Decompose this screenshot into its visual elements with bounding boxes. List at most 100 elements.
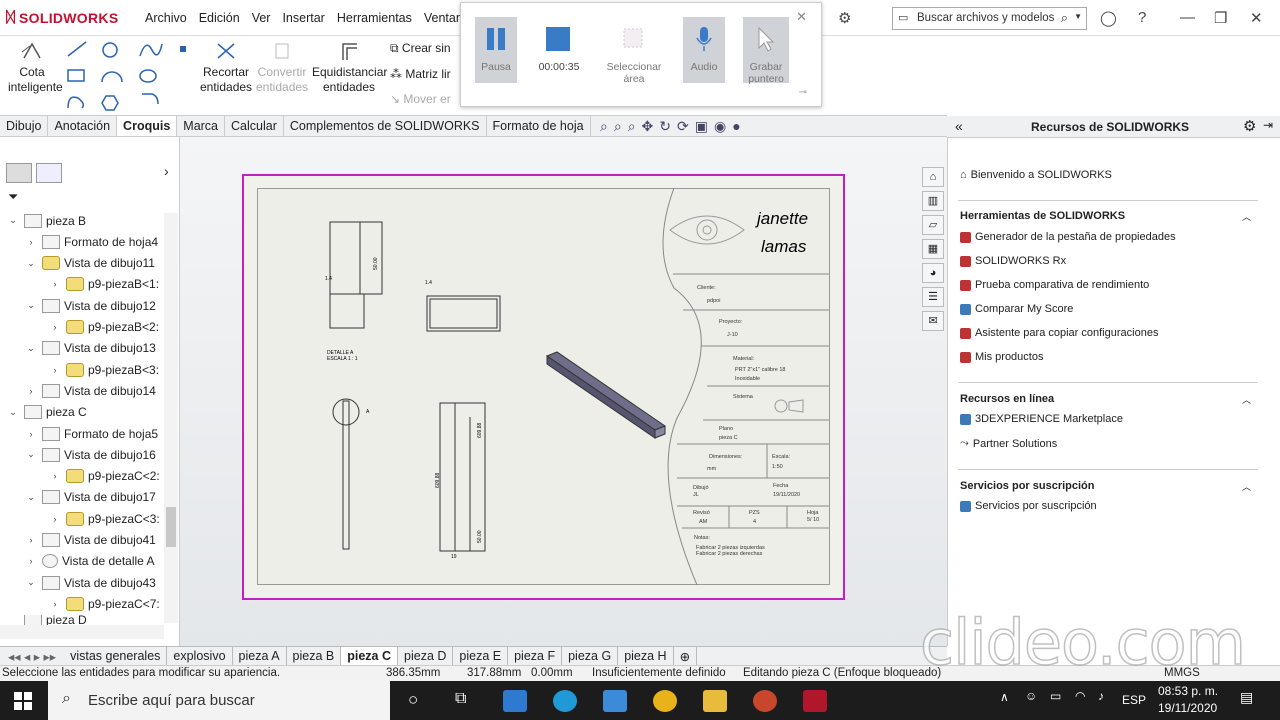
display-style-icon[interactable]: ▣ [695,118,708,135]
online-link-partners[interactable]: ⤳ Partner Solutions [960,437,1057,450]
clock-time[interactable]: 08:53 p. m. [1158,684,1218,698]
menu-herramientas[interactable]: Herramientas [337,11,412,25]
tree-item[interactable]: › p9-piezaB<2: [48,317,159,338]
home-icon[interactable]: ⌂ [922,167,944,187]
tool-link[interactable]: Asistente para copiar configuraciones [960,327,1158,339]
subscription-link[interactable]: Servicios por suscripción [960,500,1097,512]
linear-pattern-button[interactable]: ⁂ Matriz lir [390,67,451,81]
smart-dimension-button[interactable]: Cota inteligente [8,40,63,95]
chevron-up-icon[interactable]: ︿ [1242,480,1251,493]
expand-toggle-icon[interactable]: ⌄ [24,300,38,311]
collapse-icon[interactable]: « [955,118,963,134]
welcome-link[interactable]: ⌂ Bienvenido a SOLIDWORKS [960,169,1112,181]
tab-complementos[interactable]: Complementos de SOLIDWORKS [284,116,487,136]
chevron-right-icon[interactable]: › [164,163,169,179]
sheet-tab-vistas-generales[interactable]: vistas generales [64,647,168,665]
tree-item[interactable]: › p9-piezaB<3: [48,359,159,380]
expand-toggle-icon[interactable]: ⌄ [6,215,20,226]
search-icon[interactable]: ⌕ [1061,10,1068,26]
tree-item[interactable]: › Vista de dibujo41 [24,530,156,551]
sheet-tab-explosivo[interactable]: explosivo [167,647,233,665]
chevron-up-icon[interactable]: ︿ [1242,393,1251,406]
tab-croquis[interactable]: Croquis [117,116,178,136]
tree-item[interactable]: ⌄ Vista de dibujo13 [24,338,156,359]
filter-icon[interactable]: ⏷ [8,189,18,205]
sheet-tab-pieza-b[interactable]: pieza B [287,647,342,665]
expand-toggle-icon[interactable]: › [24,429,38,439]
taskbar-search[interactable]: ⌕ Escribe aquí para buscar [48,681,390,720]
expand-toggle-icon[interactable]: ⌄ [24,492,38,503]
edge-icon[interactable] [553,690,577,712]
menu-ver[interactable]: Ver [252,11,271,25]
people-icon[interactable]: ☺ [1025,689,1037,703]
offset-entities-button[interactable]: Equidistanciar entidades [312,40,387,95]
tree-item[interactable]: ⌄ Vista de dibujo43 [24,572,156,593]
volume-icon[interactable]: ♪ [1098,689,1104,703]
task-view-icon[interactable]: ⧉ [455,690,466,708]
mirror-entities-button[interactable]: ⧉ Crear sin [390,41,451,56]
cortana-icon[interactable]: ○ [408,690,418,710]
record-pointer-button[interactable]: Grabar puntero [743,17,789,85]
network-icon[interactable]: ◠ [1075,689,1085,703]
move-entities-button[interactable]: ↘ Mover er [390,92,451,106]
tree-item[interactable]: › Formato de hoja4 [24,231,158,252]
gear-icon[interactable]: ⚙ [838,9,851,27]
sheet-tab-pieza-g[interactable]: pieza G [562,647,619,665]
expand-toggle-icon[interactable]: › [24,237,38,247]
add-sheet-icon[interactable]: ⊕ [674,647,698,665]
expand-toggle-icon[interactable]: ⌄ [24,449,38,460]
tree-item[interactable]: › Formato de hoja5 [24,423,158,444]
tab-calcular[interactable]: Calcular [225,116,284,136]
audio-button[interactable]: Audio [683,17,725,83]
expand-toggle-icon[interactable]: › [24,556,38,566]
pause-button[interactable]: Pausa [475,17,517,83]
powerpoint-icon[interactable] [753,690,777,712]
expand-toggle-icon[interactable]: › [48,279,62,289]
menu-edicion[interactable]: Edición [199,11,240,25]
help-icon[interactable]: ? [1138,9,1146,26]
expand-toggle-icon[interactable]: › [48,514,62,524]
pin-icon[interactable]: ⊸ [799,87,807,98]
tree-item[interactable]: › Vista de dibujo14 [24,380,156,401]
close-icon[interactable]: ✕ [1250,9,1263,27]
view-palette-icon[interactable]: ▦ [922,239,944,259]
zoom-area-icon[interactable]: ⌕ [614,118,622,135]
pan-icon[interactable]: ✥ [642,118,654,135]
pin-icon[interactable]: ⇥ [1263,118,1273,132]
sheet-tab-pieza-f[interactable]: pieza F [508,647,563,665]
tool-link[interactable]: SOLIDWORKS Rx [960,255,1066,267]
sheet-tab-pieza-h[interactable]: pieza H [618,647,674,665]
tray-chevron-icon[interactable]: ∧ [1000,690,1009,704]
tree-item-partial[interactable]: pieza D [6,615,87,625]
expand-toggle-icon[interactable]: ⌄ [6,407,20,418]
tab-dibujo[interactable]: Dibujo [0,116,49,136]
property-manager-tab-icon[interactable] [36,163,62,183]
tree-scrollbar-thumb[interactable] [166,507,176,547]
tool-link[interactable]: Prueba comparativa de rendimiento [960,279,1149,291]
sheet-tab-pieza-c[interactable]: pieza C [341,647,399,665]
expand-toggle-icon[interactable]: › [48,471,62,481]
design-library-icon[interactable]: ▥ [922,191,944,211]
zoom-to-fit-icon[interactable]: ⌕ [600,118,608,135]
expand-toggle-icon[interactable]: › [48,322,62,332]
expand-toggle-icon[interactable]: ⌄ [24,258,38,269]
tool-link[interactable]: Mis productos [960,351,1043,363]
minimize-icon[interactable]: — [1180,9,1195,26]
convert-entities-button[interactable]: Convertir entidades [256,40,308,95]
tree-item[interactable]: ⌄ Vista de dibujo12 [24,295,156,316]
tab-anotacion[interactable]: Anotación [48,116,118,136]
tree-item[interactable]: › p9-piezaC<2: [48,466,160,487]
close-icon[interactable]: ✕ [796,9,807,25]
sheet-tab-pieza-a[interactable]: pieza A [233,647,287,665]
tree-item[interactable]: › p9-piezaC<7: [48,593,160,614]
chevron-up-icon[interactable]: ︿ [1242,210,1251,223]
tree-item[interactable]: ⌄ Vista de dibujo11 [24,253,155,274]
tree-item[interactable]: ⌄ Vista de dibujo17 [24,487,156,508]
search-input[interactable]: ▭ Buscar archivos y modelos ⌕ ▼ [892,7,1087,30]
sheet-nav-arrows[interactable]: ◂◂ ◂ ▸ ▸▸ [0,647,64,665]
sheet-tab-pieza-e[interactable]: pieza E [453,647,509,665]
stop-button[interactable]: 00:00:35 [537,17,581,83]
online-link-marketplace[interactable]: 3DEXPERIENCE Marketplace [960,413,1123,425]
solidworks-icon[interactable] [803,690,827,712]
gear-icon[interactable]: ⚙ [1243,117,1256,135]
